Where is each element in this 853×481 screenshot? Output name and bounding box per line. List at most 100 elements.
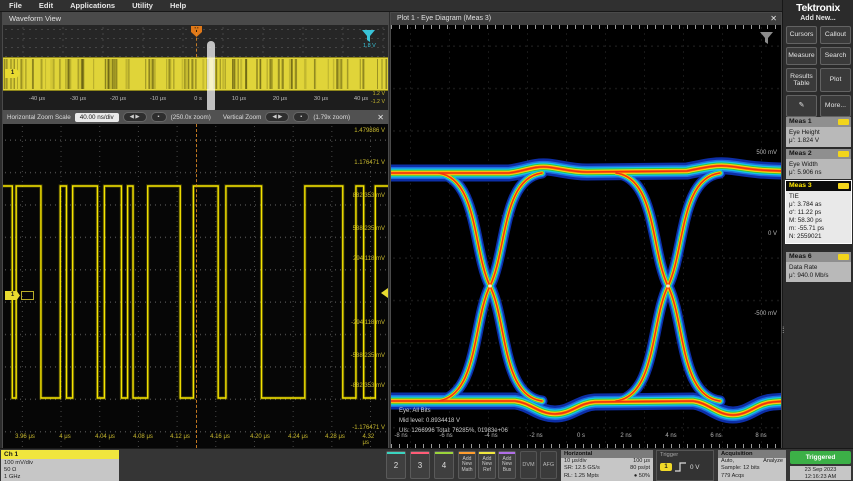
run-status-button[interactable]: Triggered — [790, 451, 851, 464]
overview-time-label: 30 μs — [314, 96, 328, 102]
meas-source-badge — [838, 151, 849, 157]
meas-line: μ': 940.0 Mb/s — [789, 272, 848, 280]
channel3-button[interactable]: 3 — [410, 451, 430, 479]
menu-bar: File Edit Applications Utility Help — [0, 0, 782, 12]
meas-card-header: Meas 1 — [786, 117, 851, 127]
overview-top-right-label: 1.8 V — [363, 43, 376, 49]
channel1-badge[interactable]: Ch 1 100 mV/div50 Ω1 GHz — [1, 450, 119, 481]
add-new-bus-button[interactable]: Add New Bus — [498, 451, 516, 479]
channel2-button[interactable]: 2 — [386, 451, 406, 479]
eye-funnel-icon[interactable] — [759, 31, 774, 45]
tektronix-logo: Tektronix — [783, 2, 853, 14]
channel4-button[interactable]: 4 — [434, 451, 454, 479]
record-waveform-band[interactable]: 1 — [3, 57, 388, 91]
sidebar-button-grid: CursorsCalloutMeasureSearchResults Table… — [786, 26, 851, 117]
meas-line: Data Rate — [789, 264, 848, 272]
trigger-dashed-line — [196, 27, 197, 57]
meas-line: m: -55.71 ps — [789, 225, 848, 233]
rising-edge-icon — [675, 462, 687, 472]
afg-button[interactable]: AFG — [540, 451, 557, 479]
acquisition-panel[interactable]: Acquisition Auto,AnalyzeSample: 12 bits7… — [718, 450, 786, 481]
panel-row: 779 Acqs — [721, 473, 783, 480]
dvm-button[interactable]: DVM — [520, 451, 537, 479]
v-zoom-reset-button[interactable]: ▪ — [293, 112, 309, 122]
horizontal-panel[interactable]: Horizontal 10 μs/div100 μsSR: 12.5 GS/s8… — [561, 450, 653, 481]
zoom-bar-close-icon[interactable]: ✕ — [377, 113, 384, 122]
add-new-math-button[interactable]: Add New Math — [458, 451, 476, 479]
menu-item-applications[interactable]: Applications — [70, 1, 115, 10]
eye-v-label: 500 mV — [756, 150, 777, 156]
trigger-panel[interactable]: Trigger 1 0 V — [656, 450, 714, 481]
zoom-v-label: 1.479886 V — [354, 128, 385, 134]
meas-source-badge — [838, 254, 849, 260]
eye-annotation: Mid level: 0.8934418 V — [399, 418, 460, 424]
meas-line: μ': 1.824 V — [789, 137, 848, 145]
menu-item-help[interactable]: Help — [170, 1, 186, 10]
overview-time-label: -30 μs — [70, 96, 86, 102]
add-results-table-button[interactable]: Results Table — [786, 68, 817, 92]
eye-diagram-plot[interactable]: 500 mV0 V-500 mV-8 ns-6 ns-4 ns-2 ns0 s2… — [391, 25, 781, 449]
menu-item-file[interactable]: File — [9, 1, 22, 10]
add-measure-button[interactable]: Measure — [786, 47, 817, 65]
zoom-v-label: -882.353 mV — [351, 383, 385, 389]
eye-annotation: Eye: All Bits — [399, 408, 431, 414]
waveform-view-window: Waveform View T 1.8 V 1 1.2 V -1.2 V -40… — [2, 12, 389, 448]
h-zoom-arrow-buttons[interactable]: ◀ ▶ — [123, 112, 147, 122]
oscilloscope-app: File Edit Applications Utility Help Waveform… — [0, 0, 853, 481]
zoom-t-label: 4 μs — [59, 434, 70, 440]
meas-card-1[interactable]: Meas 1 Eye Heightμ': 1.824 V — [786, 117, 851, 147]
channel4-color-stripe — [435, 452, 453, 454]
sidebar-drag-handle[interactable]: ⁞ — [782, 328, 785, 332]
menu-item-edit[interactable]: Edit — [39, 1, 53, 10]
add-search-button[interactable]: Search — [820, 47, 851, 65]
v-zoom-arrow-buttons[interactable]: ◀ ▶ — [265, 112, 289, 122]
zoom-window-slider[interactable] — [207, 41, 215, 113]
meas-line: N: 2559021 — [789, 233, 848, 241]
date-text: 23 Sep 2023 — [790, 467, 851, 474]
trigger-source-badge: 1 — [660, 463, 672, 471]
overview-right-label-bottom: -1.2 V — [371, 99, 385, 105]
waveform-view-title: Waveform View — [3, 13, 388, 25]
zoom-controls-bar: Horizontal Zoom Scale 40.00 ns/div ◀ ▶ ▪… — [3, 110, 388, 124]
add-cursors-button[interactable]: Cursors — [786, 26, 817, 44]
channel1-settings: 100 mV/div50 Ω1 GHz — [1, 459, 119, 481]
datetime-display: 23 Sep 2023 12:16:23 AM — [790, 466, 851, 480]
draw-icon-button[interactable]: ✎ — [786, 95, 817, 117]
eye-annotation: UIs: 1266996 Total: 76285%, 01983e+06 — [399, 428, 508, 434]
h-zoom-reset-button[interactable]: ▪ — [151, 112, 167, 122]
time-text: 12:16:23 AM — [790, 474, 851, 481]
add-new-ref-button[interactable]: Add New Ref — [478, 451, 496, 479]
h-zoom-scale-value[interactable]: 40.00 ns/div — [75, 113, 119, 122]
eye-v-label: 0 V — [768, 231, 777, 237]
meas-card-4[interactable]: Meas 6Data Rateμ': 940.0 Mb/s — [786, 252, 851, 282]
clipping-funnel-icon[interactable] — [361, 29, 376, 43]
panel-cell-left: 10 μs/div — [564, 458, 587, 465]
record-waveform-band-trace — [3, 58, 388, 90]
eye-t-label: 8 ns — [755, 433, 766, 439]
zoomed-waveform-plot[interactable]: 1 1.479886 V1.176471 V882.353 mV588.235 … — [3, 124, 388, 448]
channel1-handle-box[interactable] — [21, 291, 34, 300]
acquisition-panel-title: Acquisition — [718, 450, 786, 458]
panel-row: Sample: 12 bits — [721, 465, 783, 472]
channel1-setting-line: 1 GHz — [4, 474, 116, 481]
menu-item-utility[interactable]: Utility — [132, 1, 153, 10]
meas-card-body: Data Rateμ': 940.0 Mb/s — [786, 262, 851, 282]
record-overview[interactable]: T 1.8 V — [3, 25, 388, 57]
zoom-v-label: 294.118 mV — [353, 256, 385, 262]
meas-card-3[interactable]: Meas 3TIEμ': 3.784 asσ': 11.22 psM: 58.3… — [786, 181, 851, 243]
add-more-button[interactable]: More... — [820, 95, 851, 117]
meas-line: Eye Height — [789, 129, 848, 137]
eye-close-icon[interactable]: ✕ — [770, 13, 777, 25]
add-callout-button[interactable]: Callout — [820, 26, 851, 44]
zoom-t-label: 4.32 μs — [363, 434, 380, 446]
add-new-label: Add New... — [783, 15, 853, 22]
panel-cell-left: SR: 12.5 GS/s — [564, 465, 600, 472]
panel-row: Auto,Analyze — [721, 458, 783, 465]
add-new-stripe — [459, 452, 475, 454]
meas-card-2[interactable]: Meas 2Eye Widthμ': 5.906 ns — [786, 149, 851, 179]
add-new-stripe — [479, 452, 495, 454]
meas-line: M: 58.30 ps — [789, 217, 848, 225]
add-plot-button[interactable]: Plot — [820, 68, 851, 92]
meas-card-header: Meas 2 — [786, 149, 851, 159]
right-sidebar: Tektronix Add New... CursorsCalloutMeasu… — [782, 0, 853, 448]
